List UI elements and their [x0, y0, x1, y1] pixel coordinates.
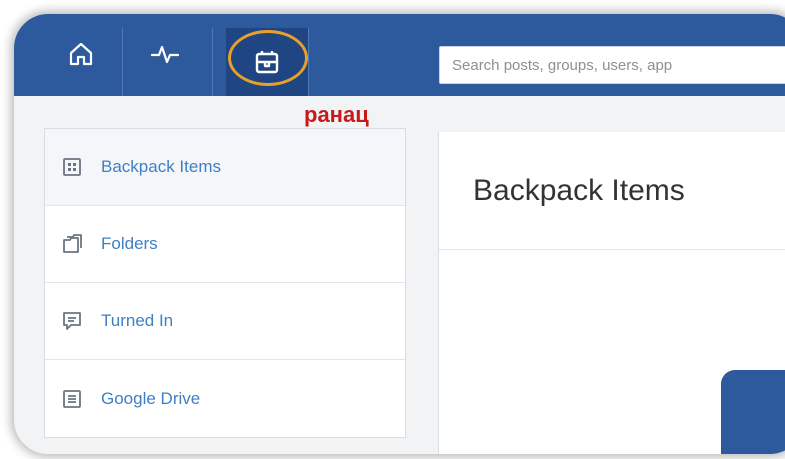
backpack-icon [255, 51, 279, 74]
nav-divider [308, 28, 309, 96]
action-button[interactable] [721, 370, 785, 454]
main-content: Backpack Items [438, 132, 785, 454]
sidebar-item-google-drive[interactable]: Google Drive [45, 360, 405, 437]
comment-icon [61, 310, 83, 332]
home-icon [69, 42, 93, 66]
activity-pulse-icon [150, 45, 180, 64]
app-window: ранац Backpack Items Folders [14, 14, 785, 454]
nav-divider [212, 28, 213, 96]
sidebar-item-label: Turned In [101, 311, 174, 330]
content-header: Backpack Items [439, 132, 785, 250]
grid-icon [61, 156, 83, 178]
home-nav-button[interactable] [56, 28, 106, 80]
backpack-sidebar: Backpack Items Folders Turned In Google … [44, 128, 406, 438]
sidebar-item-label: Google Drive [101, 388, 201, 408]
sidebar-item-backpack-items[interactable]: Backpack Items [45, 129, 405, 206]
top-navigation-bar [14, 14, 785, 96]
document-icon [61, 388, 83, 410]
annotation-label: ранац [304, 102, 369, 127]
sidebar-item-folders[interactable]: Folders [45, 206, 405, 283]
sidebar-item-label: Backpack Items [101, 157, 221, 176]
folders-icon [61, 233, 83, 255]
activity-nav-button[interactable] [140, 28, 190, 80]
page-title: Backpack Items [473, 173, 685, 207]
nav-divider [122, 28, 123, 96]
search-input[interactable] [439, 46, 785, 84]
sidebar-item-label: Folders [101, 234, 158, 253]
backpack-nav-button[interactable] [226, 28, 308, 96]
sidebar-item-turned-in[interactable]: Turned In [45, 283, 405, 360]
